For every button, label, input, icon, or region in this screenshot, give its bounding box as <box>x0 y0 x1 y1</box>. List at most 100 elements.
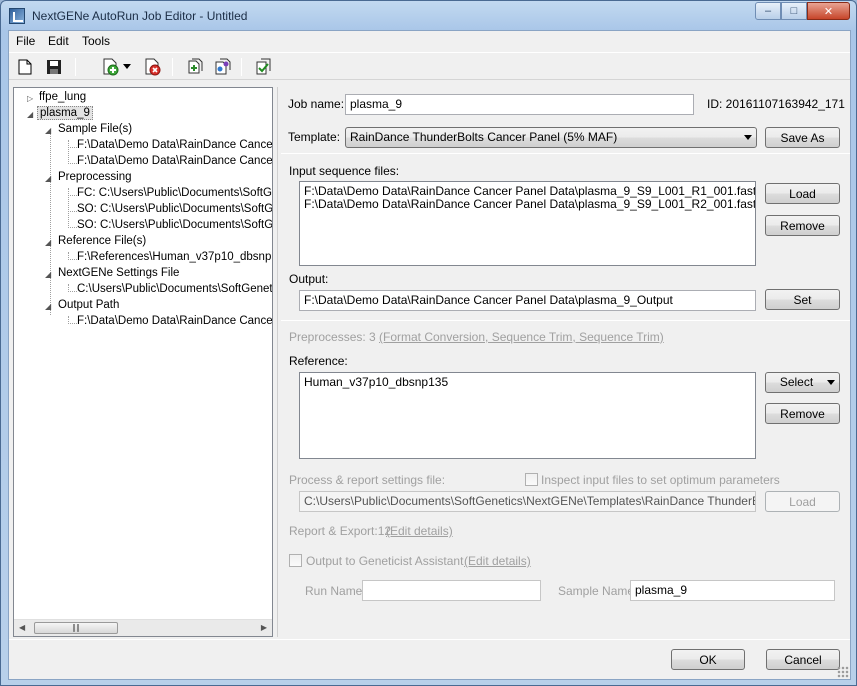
geneticist-assistant-label: Output to Geneticist Assistant <box>306 554 464 568</box>
run-name-label: Run Name <box>305 584 363 598</box>
tree-node-sample-file[interactable]: F:\Data\Demo Data\RainDance Cancer Panel… <box>77 139 272 151</box>
check-documents-icon <box>256 58 271 75</box>
add-job-dropdown[interactable] <box>121 57 133 77</box>
ok-button[interactable]: OK <box>671 649 745 670</box>
run-name-input[interactable] <box>362 580 541 601</box>
panel-splitter[interactable] <box>277 87 278 637</box>
geneticist-assistant-checkbox[interactable] <box>289 554 302 567</box>
cancel-button[interactable]: Cancel <box>766 649 840 670</box>
tree-node-sample-files[interactable]: Sample File(s) <box>58 123 132 135</box>
title-bar[interactable]: NextGENe AutoRun Job Editor - Untitled –… <box>1 1 856 31</box>
sample-name-label: Sample Name <box>558 584 635 598</box>
tree-line <box>68 323 77 324</box>
expanded-arrow-icon[interactable]: ◢ <box>45 174 51 183</box>
template-value: RainDance ThunderBolts Cancer Panel (5% … <box>350 130 618 144</box>
template-select[interactable]: RainDance ThunderBolts Cancer Panel (5% … <box>345 127 757 148</box>
menu-file[interactable]: File <box>16 34 35 48</box>
new-document-icon <box>18 59 32 75</box>
tree-line <box>68 147 77 148</box>
toolbar-separator <box>172 58 173 76</box>
reference-item[interactable]: Human_v37p10_dbsnp135 <box>304 376 751 389</box>
inspect-label: Inspect input files to set optimum param… <box>541 473 780 487</box>
remove-files-button[interactable]: Remove <box>765 215 840 236</box>
load-settings-button[interactable]: Load <box>765 491 840 512</box>
expanded-arrow-icon[interactable]: ◢ <box>45 302 51 311</box>
remove-document-icon <box>145 58 161 76</box>
minimize-icon: – <box>764 5 772 17</box>
expanded-arrow-icon[interactable]: ◢ <box>45 238 51 247</box>
settings-file-input[interactable]: C:\Users\Public\Documents\SoftGenetics\N… <box>299 491 756 512</box>
tree-line <box>50 132 51 315</box>
input-files-list[interactable]: F:\Data\Demo Data\RainDance Cancer Panel… <box>299 181 756 266</box>
chevron-down-icon <box>827 380 835 385</box>
expanded-arrow-icon[interactable]: ◢ <box>45 126 51 135</box>
tree-node-preprocess-step[interactable]: SO: C:\Users\Public\Documents\SoftGeneti… <box>77 203 272 215</box>
footer-divider <box>9 639 850 640</box>
toolbar <box>9 52 850 80</box>
tree-node-reference-files[interactable]: Reference File(s) <box>58 235 146 247</box>
section-divider <box>281 320 850 321</box>
expanded-arrow-icon[interactable]: ◢ <box>27 110 33 119</box>
preprocesses-label: Preprocesses: 3 <box>289 330 376 344</box>
job-name-input[interactable]: plasma_9 <box>345 94 694 115</box>
tree-node-settings-file[interactable]: NextGENe Settings File <box>58 267 179 279</box>
menu-edit[interactable]: Edit <box>48 34 69 48</box>
tree-line <box>68 195 77 196</box>
report-export-label: Report & Export:12 <box>289 524 392 538</box>
set-output-button[interactable]: Set <box>765 289 840 310</box>
add-job-button[interactable] <box>101 57 121 77</box>
save-button[interactable] <box>44 57 64 77</box>
tree-node-reference-file[interactable]: F:\References\Human_v37p10_dbsnp135 <box>77 251 272 263</box>
tree-horizontal-scrollbar[interactable]: ◀ ∥∥ ▶ <box>14 619 272 636</box>
save-as-button[interactable]: Save As <box>765 127 840 148</box>
remove-reference-button[interactable]: Remove <box>765 403 840 424</box>
output-label: Output: <box>289 272 329 286</box>
new-button[interactable] <box>15 57 35 77</box>
scroll-left-icon[interactable]: ◀ <box>19 623 25 632</box>
tree-line <box>68 259 77 260</box>
close-icon: ✕ <box>823 5 834 18</box>
tree-line <box>68 227 77 228</box>
output-path-input[interactable]: F:\Data\Demo Data\RainDance Cancer Panel… <box>299 290 756 311</box>
resize-grip[interactable] <box>837 666 849 678</box>
copy-job-button[interactable] <box>185 57 205 77</box>
collapsed-arrow-icon[interactable]: ▷ <box>27 94 33 103</box>
load-files-button[interactable]: Load <box>765 183 840 204</box>
job-tree[interactable]: ▷ ffpe_lung ◢ plasma_9 ◢ Sample File(s) … <box>13 87 273 637</box>
menu-tools[interactable]: Tools <box>82 34 110 48</box>
inspect-checkbox[interactable] <box>525 473 538 486</box>
edit-report-details-link[interactable]: (Edit details) <box>386 524 453 538</box>
input-file-item[interactable]: F:\Data\Demo Data\RainDance Cancer Panel… <box>304 198 755 211</box>
tree-line <box>68 211 77 212</box>
tree-node-sample-file[interactable]: F:\Data\Demo Data\RainDance Cancer Panel… <box>77 155 272 167</box>
validate-button[interactable] <box>254 57 274 77</box>
close-button[interactable]: ✕ <box>807 2 850 20</box>
sample-name-input[interactable]: plasma_9 <box>630 580 835 601</box>
select-reference-button[interactable]: Select <box>765 372 840 393</box>
tree-node-settings-path[interactable]: C:\Users\Public\Documents\SoftGenetics\N… <box>77 283 272 295</box>
preprocesses-link[interactable]: (Format Conversion, Sequence Trim, Seque… <box>379 330 664 344</box>
chevron-down-icon <box>744 135 752 140</box>
tree-node-preprocess-step[interactable]: FC: C:\Users\Public\Documents\SoftGeneti… <box>77 187 272 199</box>
tree-node-preprocess-step[interactable]: SO: C:\Users\Public\Documents\SoftGeneti… <box>77 219 272 231</box>
maximize-button[interactable]: □ <box>781 2 807 20</box>
scrollbar-thumb[interactable]: ∥∥ <box>34 622 118 634</box>
minimize-button[interactable]: – <box>755 2 781 20</box>
expanded-arrow-icon[interactable]: ◢ <box>45 270 51 279</box>
reference-label: Reference: <box>289 354 348 368</box>
dropdown-arrow-icon <box>123 64 131 69</box>
tree-node-output-path[interactable]: Output Path <box>58 299 119 311</box>
edit-ga-details-link[interactable]: (Edit details) <box>464 554 531 568</box>
input-files-label: Input sequence files: <box>289 164 400 178</box>
tree-node-job[interactable]: ffpe_lung <box>39 91 86 103</box>
tree-node-preprocessing[interactable]: Preprocessing <box>58 171 132 183</box>
remove-job-button[interactable] <box>143 57 163 77</box>
template-label: Template: <box>288 130 341 144</box>
tree-node-output-dir[interactable]: F:\Data\Demo Data\RainDance Cancer Panel… <box>77 315 272 327</box>
multi-copy-icon <box>215 58 231 75</box>
scroll-right-icon[interactable]: ▶ <box>261 623 267 632</box>
reference-list[interactable]: Human_v37p10_dbsnp135 <box>299 372 756 459</box>
tree-node-job-selected[interactable]: plasma_9 <box>37 106 93 120</box>
multi-copy-button[interactable] <box>213 57 233 77</box>
window-title: NextGENe AutoRun Job Editor - Untitled <box>32 9 248 23</box>
